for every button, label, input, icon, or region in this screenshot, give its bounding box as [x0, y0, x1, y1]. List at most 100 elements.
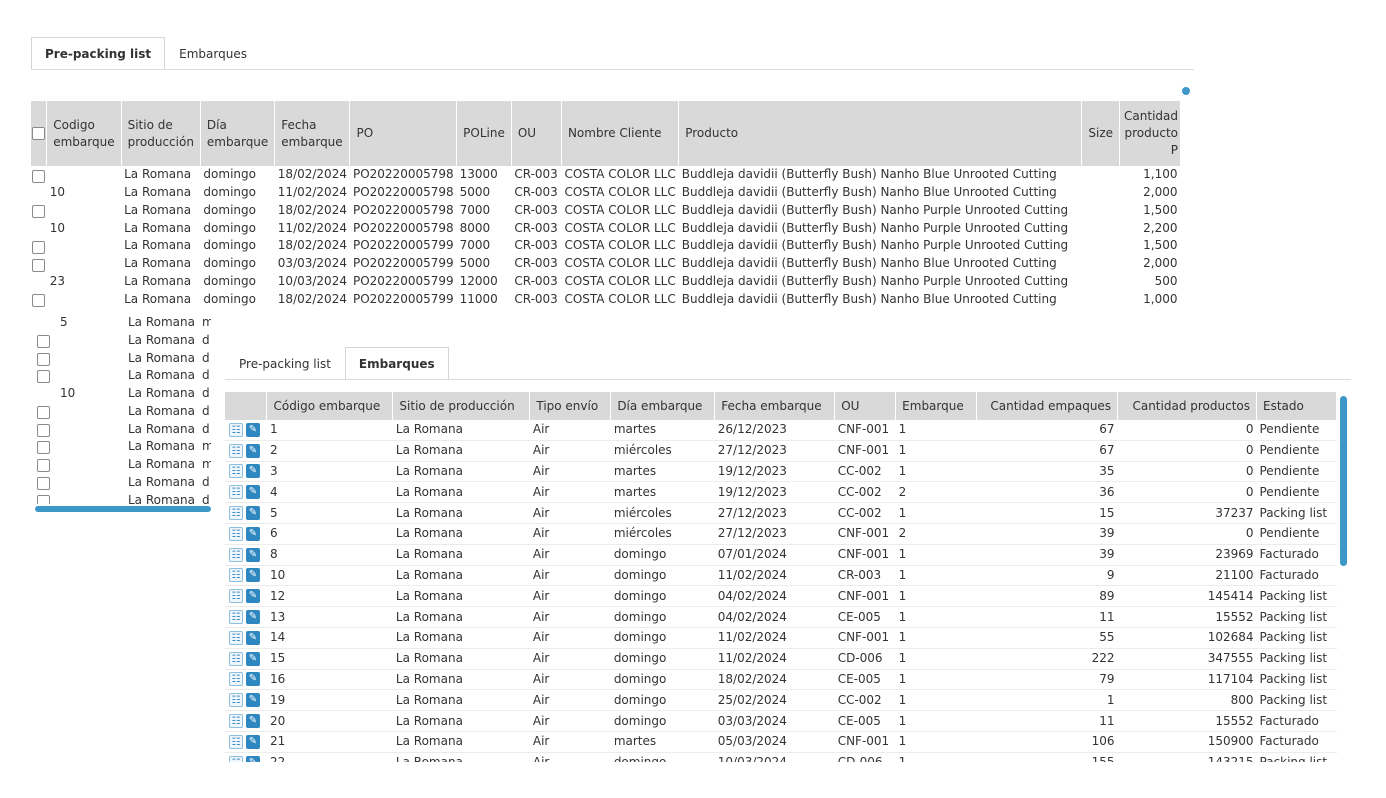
col-po[interactable]: PO — [349, 101, 458, 166]
table-row[interactable]: 10 La Romana domingo 11/02/2024 PO2022000579… — [31, 184, 1181, 202]
view-details-icon[interactable]: ☷ — [229, 610, 243, 625]
col-ou[interactable]: OU — [511, 101, 562, 166]
edit-pencil-icon[interactable]: ✎ — [246, 568, 260, 583]
view-details-icon[interactable]: ☷ — [229, 464, 243, 479]
edit-pencil-icon[interactable]: ✎ — [246, 714, 260, 729]
col-size[interactable]: Size — [1081, 101, 1121, 166]
table-row[interactable]: La Romana d — [31, 492, 211, 504]
row-checkbox[interactable] — [37, 334, 50, 348]
table-row[interactable]: ☷ ✎ 15 La Romana Air domingo 11/02/2024 CD-006 1… — [225, 648, 1337, 670]
table-row[interactable]: La Romana d — [31, 403, 211, 421]
table-row[interactable]: La Romana d — [31, 367, 211, 385]
col-fecha-embarque[interactable]: Fecha embarque — [714, 392, 836, 420]
edit-pencil-icon[interactable]: ✎ — [246, 651, 260, 666]
table-row[interactable]: La Romana domingo 18/02/2024 PO20220005798 7… — [31, 202, 1181, 220]
view-details-icon[interactable]: ☷ — [229, 714, 243, 729]
horizontal-scrollbar[interactable] — [35, 506, 211, 512]
view-details-icon[interactable]: ☷ — [229, 485, 243, 500]
col-fecha-embarque[interactable]: Fecha embarque — [274, 101, 351, 166]
table-row[interactable]: ☷✎22La RomanaAirdomingo10/03/2024CD-0061… — [225, 752, 1337, 762]
edit-pencil-icon[interactable]: ✎ — [246, 610, 260, 625]
col-sitio-produccion[interactable]: Sitio de producción — [121, 101, 201, 166]
row-checkbox[interactable] — [37, 405, 50, 419]
edit-pencil-icon[interactable]: ✎ — [246, 443, 260, 458]
view-details-icon[interactable]: ☷ — [229, 630, 243, 645]
row-checkbox[interactable] — [37, 352, 50, 366]
edit-pencil-icon[interactable]: ✎ — [246, 734, 260, 749]
col-tipo-envio[interactable]: Tipo envío — [529, 392, 612, 420]
col-sitio-produccion[interactable]: Sitio de producción — [392, 392, 531, 420]
col-dia-embarque[interactable]: Día embarque — [200, 101, 276, 166]
table-row[interactable]: ☷ ✎ 5 La Romana Air miércoles 27/12/2023 CC-002… — [225, 502, 1337, 524]
edit-pencil-icon[interactable]: ✎ — [246, 589, 260, 604]
col-cantidad-producto[interactable]: Cantidad producto P — [1119, 101, 1181, 166]
col-codigo-embarque[interactable]: Código embarque — [266, 392, 394, 420]
row-checkbox[interactable] — [37, 441, 50, 455]
row-checkbox[interactable] — [37, 476, 50, 490]
view-details-icon[interactable]: ☷ — [229, 547, 243, 562]
row-checkbox[interactable] — [37, 370, 50, 384]
table-row[interactable]: ☷ ✎ 19 La Romana Air domingo 25/02/2024 CC-002 1… — [225, 689, 1337, 712]
view-details-icon[interactable]: ☷ — [229, 734, 243, 749]
col-codigo-embarque[interactable]: Codigo embarque — [46, 101, 122, 166]
row-checkbox[interactable] — [32, 258, 46, 272]
col-embarque[interactable]: Embarque — [895, 392, 978, 420]
table-row[interactable]: La Romana m — [31, 438, 211, 456]
vertical-scrollbar[interactable] — [1340, 396, 1347, 566]
col-ou[interactable]: OU — [834, 392, 897, 420]
row-checkbox[interactable] — [32, 205, 46, 219]
row-checkbox[interactable] — [32, 240, 46, 254]
table-row[interactable]: ☷ ✎ 16 La Romana Air domingo 18/02/2024 CE-005 1… — [225, 669, 1337, 691]
table-row[interactable]: ☷ ✎ 20 La Romana Air domingo 03/03/2024 CE-005 1… — [225, 710, 1337, 732]
row-checkbox[interactable] — [37, 459, 50, 472]
view-details-icon[interactable]: ☷ — [229, 589, 243, 604]
edit-pencil-icon[interactable]: ✎ — [246, 464, 260, 479]
col-nombre-cliente[interactable]: Nombre Cliente — [561, 101, 680, 166]
view-details-icon[interactable]: ☷ — [229, 568, 243, 583]
table-row[interactable]: ☷ ✎ 3 La Romana Air martes 19/12/2023 CC-002 1 35… — [225, 461, 1337, 483]
table-row[interactable]: La Romana d — [31, 474, 211, 492]
table-row[interactable]: La Romana d — [31, 421, 211, 439]
view-details-icon[interactable]: ☷ — [229, 506, 243, 521]
col-dia-embarque[interactable]: Día embarque — [610, 392, 716, 420]
view-details-icon[interactable]: ☷ — [229, 526, 243, 541]
view-details-icon[interactable]: ☷ — [229, 651, 243, 666]
table-row[interactable]: 10 La Romana d — [31, 385, 211, 403]
back-tab-pre-packing[interactable]: Pre-packing list — [31, 37, 166, 70]
edit-pencil-icon[interactable]: ✎ — [246, 547, 260, 562]
edit-pencil-icon[interactable]: ✎ — [246, 422, 260, 437]
table-row[interactable]: La Romana m — [31, 456, 211, 474]
select-all-checkbox[interactable] — [32, 127, 46, 140]
edit-pencil-icon[interactable]: ✎ — [246, 526, 260, 541]
table-row[interactable]: La Romana d — [31, 332, 211, 350]
view-details-icon[interactable]: ☷ — [229, 422, 243, 437]
col-cantidad-empaques[interactable]: Cantidad empaques — [976, 392, 1119, 420]
view-details-icon[interactable]: ☷ — [229, 672, 243, 687]
table-row[interactable]: ☷ ✎ 4 La Romana Air martes 19/12/2023 CC-002 2 36… — [225, 481, 1337, 504]
col-estado[interactable]: Estado — [1256, 392, 1337, 420]
row-checkbox[interactable] — [32, 169, 46, 183]
back-tab-embarques[interactable]: Embarques — [165, 37, 261, 69]
table-row[interactable]: 10 La Romana domingo 11/02/2024 PO2022000579… — [31, 219, 1181, 237]
table-row[interactable]: 5 La Romana mi — [31, 314, 211, 332]
table-row[interactable]: La Romana domingo 18/02/2024 PO20220005799 1… — [31, 290, 1181, 308]
edit-pencil-icon[interactable]: ✎ — [246, 506, 260, 521]
table-row[interactable]: ☷ ✎ 2 La Romana Air miércoles 27/12/2023 CNF-00… — [225, 440, 1337, 462]
front-tab-pre-packing[interactable]: Pre-packing list — [225, 347, 345, 379]
table-row[interactable]: ☷ ✎ 1 La Romana Air martes 26/12/2023 CNF-001 1 6… — [225, 420, 1337, 441]
edit-pencil-icon[interactable]: ✎ — [246, 630, 260, 645]
edit-pencil-icon[interactable]: ✎ — [246, 485, 260, 500]
view-details-icon[interactable]: ☷ — [229, 693, 243, 708]
table-row[interactable]: ☷ ✎ 21 La Romana Air martes 05/03/2024 CNF-001 1… — [225, 731, 1337, 753]
edit-pencil-icon[interactable]: ✎ — [246, 693, 260, 708]
table-row[interactable]: ☷ ✎ 6 La Romana Air miércoles 27/12/2023 CNF-00… — [225, 523, 1337, 545]
table-row[interactable]: ☷ ✎ 14 La Romana Air domingo 11/02/2024 CNF-001… — [225, 627, 1337, 649]
col-producto[interactable]: Producto — [678, 101, 1083, 166]
row-checkbox[interactable] — [37, 423, 50, 437]
edit-pencil-icon[interactable]: ✎ — [246, 672, 260, 687]
table-row[interactable]: ☷ ✎ 12 La Romana Air domingo 04/02/2024 CNF-001… — [225, 585, 1337, 608]
table-row[interactable]: La Romana domingo 18/02/2024 PO20220005798 1… — [31, 166, 1181, 184]
table-row[interactable]: 23 La Romana domingo 10/03/2024 PO2022000579… — [31, 273, 1181, 291]
row-checkbox[interactable] — [32, 294, 46, 308]
table-row[interactable]: ☷ ✎ 13 La Romana Air domingo 04/02/2024 CE-005 1… — [225, 606, 1337, 628]
